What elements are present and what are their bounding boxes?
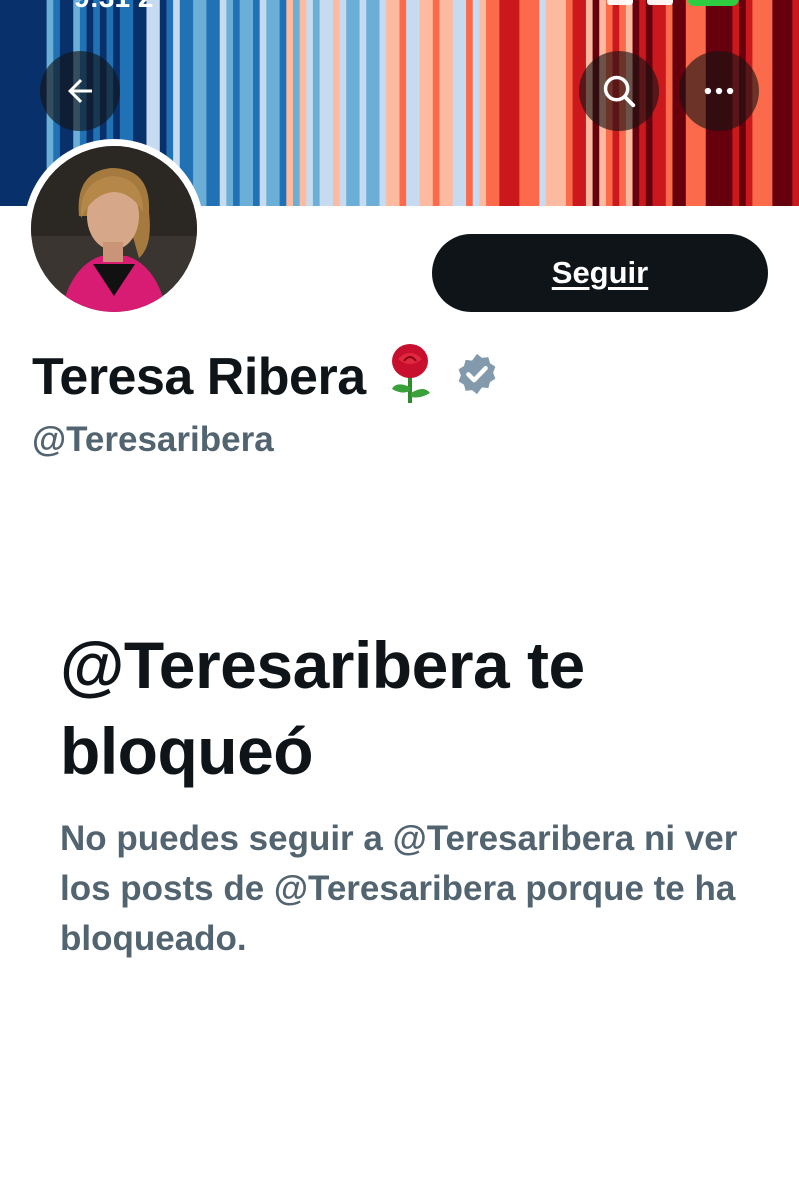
blocked-title: @Teresaribera te bloqueó <box>60 628 585 788</box>
banner-stripe <box>13 0 21 206</box>
banner-stripe <box>292 0 301 206</box>
search-icon <box>603 75 636 108</box>
banner-stripe <box>772 0 780 206</box>
banner-stripe <box>346 0 354 206</box>
banner-stripe <box>366 0 374 206</box>
banner-stripe <box>213 0 221 206</box>
banner-stripe <box>306 0 314 206</box>
banner-stripe <box>519 0 527 206</box>
banner-stripe <box>765 0 773 206</box>
banner-stripe <box>359 0 367 206</box>
status-time: 9:31 2 <box>74 0 153 14</box>
banner-stripe <box>472 0 480 206</box>
banner-stripe <box>279 0 287 206</box>
banner-stripe <box>406 0 414 206</box>
banner-stripe <box>199 0 208 206</box>
banner-stripe <box>312 0 321 206</box>
avatar[interactable] <box>24 139 204 319</box>
banner-stripe <box>439 0 447 206</box>
banner-stripe <box>492 0 500 206</box>
battery-icon <box>687 0 739 6</box>
banner-stripe <box>499 0 507 206</box>
banner-stripe <box>419 0 427 206</box>
banner-stripe <box>426 0 434 206</box>
more-options-button[interactable] <box>679 51 759 131</box>
banner-stripe <box>532 0 540 206</box>
status-icons <box>607 0 739 6</box>
banner-stripe <box>479 0 487 206</box>
banner-stripe <box>392 0 401 206</box>
banner-stripe <box>26 0 34 206</box>
banner-stripe <box>539 0 547 206</box>
banner-stripe <box>565 0 574 206</box>
banner-stripe <box>486 0 494 206</box>
banner-stripe <box>466 0 474 206</box>
banner-stripe <box>792 0 799 206</box>
banner-stripe <box>386 0 394 206</box>
banner-stripe <box>506 0 514 206</box>
banner-stripe <box>266 0 274 206</box>
banner-stripe <box>512 0 520 206</box>
banner-stripe <box>6 0 14 206</box>
banner-stripe <box>665 0 674 206</box>
follow-button[interactable]: Seguir <box>432 234 768 312</box>
banner-stripe <box>233 0 241 206</box>
banner-stripe <box>659 0 667 206</box>
banner-stripe <box>559 0 567 206</box>
more-horizontal-icon <box>704 87 734 95</box>
banner-stripe <box>352 0 361 206</box>
banner-stripe <box>459 0 467 206</box>
banner-stripe <box>759 0 767 206</box>
banner-stripe <box>19 0 28 206</box>
banner-stripe <box>33 0 41 206</box>
banner-stripe <box>299 0 307 206</box>
banner-stripe <box>372 0 381 206</box>
banner-stripe <box>253 0 261 206</box>
avatar-photo <box>31 146 197 312</box>
banner-stripe <box>339 0 347 206</box>
banner-stripe <box>446 0 454 206</box>
banner-stripe <box>412 0 421 206</box>
blocked-message: No puedes seguir a @Teresaribera ni ver … <box>60 819 738 958</box>
banner-stripe <box>239 0 247 206</box>
signal-icon <box>607 0 633 5</box>
arrow-left-icon <box>68 79 92 103</box>
banner-stripe <box>219 0 227 206</box>
banner-stripe <box>319 0 327 206</box>
banner-stripe <box>193 0 201 206</box>
banner-stripe <box>779 0 787 206</box>
banner-stripe <box>186 0 194 206</box>
back-button[interactable] <box>40 51 120 131</box>
banner-stripe <box>379 0 387 206</box>
banner-stripe <box>326 0 334 206</box>
banner-stripe <box>286 0 294 206</box>
banner-stripe <box>259 0 267 206</box>
banner-stripe <box>672 0 680 206</box>
status-bar: 9:31 2 <box>0 0 799 14</box>
banner-stripe <box>432 0 441 206</box>
banner-stripe <box>272 0 281 206</box>
banner-stripe <box>226 0 234 206</box>
banner-stripe <box>526 0 534 206</box>
rose-emoji <box>384 343 436 410</box>
search-button[interactable] <box>579 51 659 131</box>
verified-badge-icon <box>454 351 500 402</box>
banner-stripe <box>785 0 793 206</box>
banner-stripe <box>572 0 580 206</box>
banner-stripe <box>452 0 461 206</box>
display-name: Teresa Ribera <box>32 347 366 406</box>
profile-handle: @Teresaribera <box>32 420 274 459</box>
banner-stripe <box>552 0 560 206</box>
banner-stripe <box>399 0 407 206</box>
banner-stripe <box>246 0 254 206</box>
wifi-icon <box>647 0 673 5</box>
banner-stripe <box>545 0 554 206</box>
banner-stripe <box>0 0 8 206</box>
banner-stripe <box>206 0 214 206</box>
banner-stripe <box>332 0 341 206</box>
profile-name-row: Teresa Ribera <box>32 343 500 410</box>
